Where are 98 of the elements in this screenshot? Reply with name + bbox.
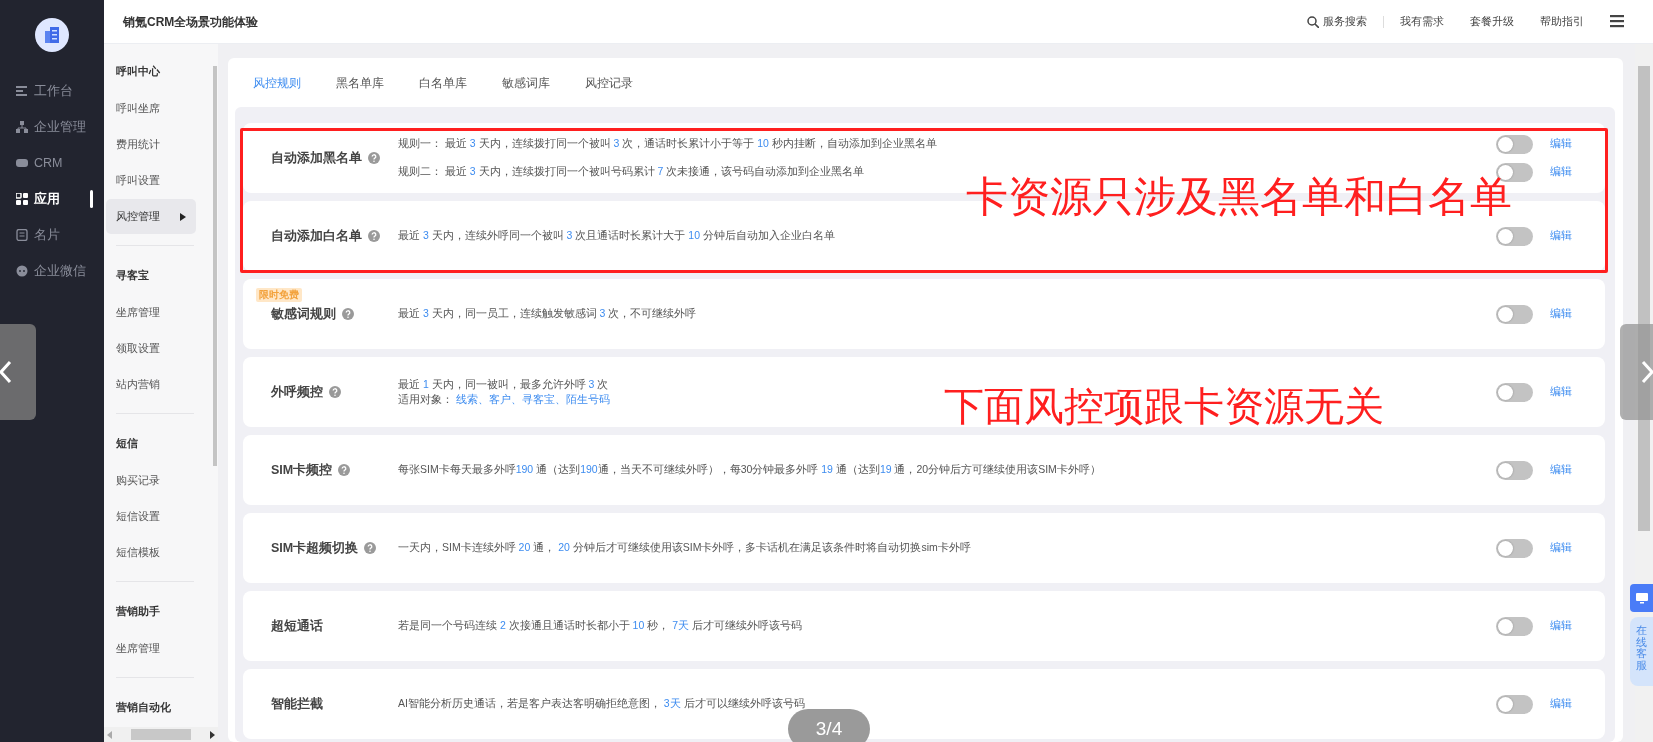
apps-icon: [16, 193, 28, 205]
tab[interactable]: 风控记录: [585, 73, 633, 92]
next-button[interactable]: [1620, 324, 1653, 420]
annotation-text: 下面风控项跟卡资源无关: [944, 386, 1384, 426]
chat-widget-button[interactable]: [1630, 584, 1653, 612]
menu-item[interactable]: 坐席管理: [106, 631, 196, 666]
menu-item[interactable]: 呼叫设置: [106, 163, 196, 198]
menu-item[interactable]: 购买记录: [106, 463, 196, 498]
rule-title: 智能拦截: [271, 695, 323, 713]
menu-heading: 营销自动化: [115, 699, 172, 715]
header-link[interactable]: 套餐升级: [1470, 13, 1514, 30]
scroll-left-icon[interactable]: [107, 730, 112, 739]
help-icon: [364, 542, 377, 554]
chat-icon: [16, 265, 28, 277]
chevron-left-icon: [0, 360, 12, 384]
edit-link[interactable]: 编辑: [1550, 540, 1573, 556]
edit-link[interactable]: 编辑: [1550, 306, 1573, 322]
menu-item[interactable]: 风控管理: [106, 199, 196, 234]
edit-link[interactable]: 编辑: [1550, 462, 1573, 478]
menu-item[interactable]: 领取设置: [106, 331, 196, 366]
annotation-text: 卡资源只涉及黑名单和白名单: [966, 176, 1512, 218]
edit-link[interactable]: 编辑: [1550, 384, 1573, 400]
rule-description: 最近 3 天内，同一员工，连续触发敏感词 3 次，不可继续外呼: [398, 306, 698, 322]
help-icon: [368, 152, 380, 164]
help-icon: [338, 464, 351, 476]
rule-title: 敏感词规则: [271, 305, 336, 323]
help-icon: [342, 308, 354, 320]
rule-description: 最近 1 天内，同一被叫，最多允许外呼 3 次: [398, 376, 610, 392]
tab[interactable]: 敏感词库: [502, 73, 550, 92]
scrollbar-thumb[interactable]: [213, 66, 217, 466]
rule-description: 一天内，SIM卡连续外呼 20 通， 20 分钟后才可继续使用该SIM卡外呼，多卡话机在满足该条件时将自动切换sim卡外呼: [398, 540, 972, 556]
toggle-switch[interactable]: [1496, 226, 1533, 246]
rule-description: 规则一： 最近 3 天内，连续拨打同一个被叫 3 次，通话时长累计小于等于 10 秒内挂断，自动添加到企业黑名单: [398, 136, 938, 152]
rule-description: 规则二： 最近 3 天内，连续拨打同一个被叫号码累计 7 次未接通，该号码自动添加到企业黑名单: [398, 164, 866, 180]
sidebar-item[interactable]: 应用: [0, 181, 104, 217]
menu-heading: 寻客宝: [115, 267, 150, 283]
sidebar-item[interactable]: 工作台: [0, 73, 104, 109]
edit-link[interactable]: 编辑: [1550, 136, 1573, 152]
toggle-switch[interactable]: [1496, 460, 1533, 480]
rule-title: SIM卡超频切换: [271, 539, 359, 557]
rule-title: 自动添加白名单: [271, 227, 362, 245]
toggle-switch[interactable]: [1496, 616, 1533, 636]
toggle-switch[interactable]: [1496, 694, 1533, 714]
toggle-switch[interactable]: [1496, 134, 1533, 154]
search-icon: [1307, 15, 1319, 28]
menu-item[interactable]: 费用统计: [106, 127, 196, 162]
sidebar-item[interactable]: 名片: [0, 217, 104, 253]
rule-description: AI智能分析历史通话，若是客户表达客明确拒绝意图， 3天 后才可以继续外呼该号码: [398, 696, 806, 712]
monitor-icon: [1635, 592, 1648, 604]
edit-link[interactable]: 编辑: [1550, 164, 1573, 180]
rule-title: SIM卡频控: [271, 461, 333, 479]
rule-title: 外呼频控: [271, 383, 323, 401]
header-link[interactable]: 帮助指引: [1540, 13, 1584, 30]
tab[interactable]: 风控规则: [253, 73, 301, 92]
menu-button[interactable]: [1610, 15, 1624, 28]
rule-title: 自动添加黑名单: [271, 149, 362, 167]
menu-heading: 呼叫中心: [115, 63, 161, 79]
toggle-switch[interactable]: [1496, 538, 1533, 558]
sidebar-item[interactable]: 企业管理: [0, 109, 104, 145]
tab[interactable]: 白名单库: [419, 73, 467, 92]
rule-title: 超短通话: [271, 617, 323, 635]
edit-link[interactable]: 编辑: [1550, 618, 1573, 634]
menu-item[interactable]: 坐席管理: [106, 295, 196, 330]
previous-button[interactable]: [0, 324, 36, 420]
menu-icon: [1610, 15, 1624, 28]
edit-link[interactable]: 编辑: [1550, 228, 1573, 244]
menu-heading: 短信: [115, 435, 139, 451]
edit-link[interactable]: 编辑: [1550, 696, 1573, 712]
sidebar-item[interactable]: 企业微信: [0, 253, 104, 289]
header-link[interactable]: 我有需求: [1400, 13, 1444, 30]
caret-icon: [180, 212, 186, 221]
promo-tag: 限时免费: [256, 288, 302, 302]
help-icon: [329, 386, 341, 398]
menu-item[interactable]: 短信模板: [106, 535, 196, 570]
chevron-right-icon: [1641, 360, 1653, 384]
building-icon: [42, 25, 62, 45]
rule-description: 每张SIM卡每天最多外呼190 通（达到190通，当天不可继续外呼），每30分钟最多外呼 19 通（达到19 通，20分钟后方可继续使用该SIM卡外呼）: [398, 462, 1102, 478]
menu-heading: 营销助手: [115, 603, 161, 619]
crm-icon: [16, 157, 28, 169]
help-icon: [368, 230, 380, 242]
menu-item[interactable]: 短信设置: [106, 499, 196, 534]
sidebar-item[interactable]: CRM: [0, 145, 104, 181]
menu-item[interactable]: 站内营销: [106, 367, 196, 402]
rule-description: 最近 3 天内，连续外呼同一个被叫 3 次且通话时长累计大于 10 分钟后自动加入企业白名单: [398, 228, 836, 244]
page-title: 销氪CRM全场景功能体验: [123, 13, 259, 31]
search-link[interactable]: 服务搜索: [1307, 13, 1367, 30]
toggle-switch[interactable]: [1496, 304, 1533, 324]
org-chart-icon: [16, 121, 28, 133]
scroll-right-icon[interactable]: [210, 730, 215, 739]
toggle-switch[interactable]: [1496, 382, 1533, 402]
rule-description: 若是同一个号码连续 2 次接通且通话时长都小于 10 秒， 7天 后才可继续外呼该号码: [398, 618, 803, 634]
tab[interactable]: 黑名单库: [336, 73, 384, 92]
rule-description: 适用对象： 线索、客户、寻客宝、陌生号码: [398, 392, 611, 407]
list-icon: [16, 85, 28, 97]
menu-item[interactable]: 呼叫坐席: [106, 91, 196, 126]
page-counter: 3/4: [788, 709, 870, 742]
horizontal-scrollbar[interactable]: [104, 727, 218, 742]
card-icon: [16, 229, 28, 241]
